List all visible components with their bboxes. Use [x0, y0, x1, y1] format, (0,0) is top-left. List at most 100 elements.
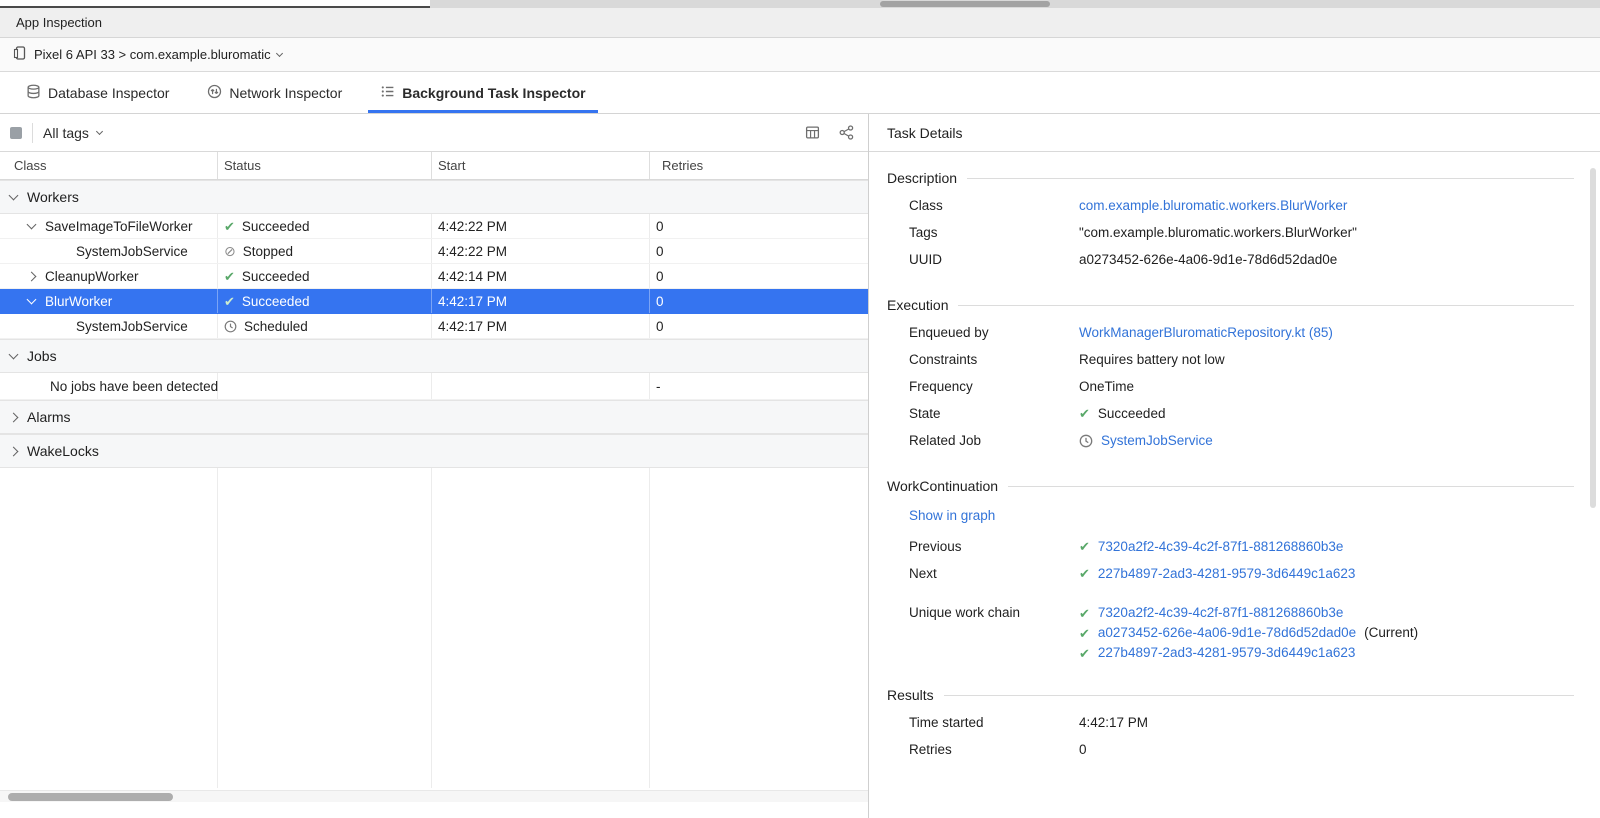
- detail-row-tags: Tags "com.example.bluromatic.workers.Blu…: [887, 219, 1574, 246]
- chevron-right-icon[interactable]: [27, 271, 37, 281]
- chain-item-current: ✔a0273452-626e-4a06-9d1e-78d6d52dad0e(Cu…: [1079, 623, 1418, 643]
- detail-row-previous: Previous ✔7320a2f2-4c39-4c2f-87f1-881268…: [887, 533, 1574, 560]
- app-inspection-bar: App Inspection: [0, 8, 1600, 38]
- chain-uuid-link[interactable]: a0273452-626e-4a06-9d1e-78d6d52dad0e: [1098, 623, 1356, 643]
- inspector-tabbar: Database Inspector Network Inspector Bac…: [0, 72, 1600, 114]
- stopped-icon: ⊘: [224, 244, 236, 258]
- device-icon: [12, 45, 28, 64]
- check-icon: ✔: [1079, 627, 1090, 640]
- class-link[interactable]: com.example.bluromatic.workers.BlurWorke…: [1079, 192, 1347, 219]
- section-description: Description: [887, 170, 1574, 186]
- task-details-header: Task Details: [869, 114, 1600, 152]
- tab-database-inspector[interactable]: Database Inspector: [14, 72, 181, 113]
- editor-scrollbar-thumb[interactable]: [880, 1, 1050, 7]
- check-icon: ✔: [224, 295, 235, 308]
- tab-label: Network Inspector: [229, 85, 342, 101]
- group-row-alarms[interactable]: Alarms: [0, 400, 868, 434]
- column-class[interactable]: Class: [0, 152, 218, 179]
- table-row[interactable]: SystemJobService Scheduled 4:42:17 PM 0: [0, 314, 868, 339]
- detail-row-time-started: Time started 4:42:17 PM: [887, 709, 1574, 736]
- clock-icon: [1079, 434, 1093, 448]
- horizontal-scrollbar: [0, 790, 868, 802]
- check-icon: ✔: [224, 270, 235, 283]
- detail-row-unique-work-chain: Unique work chain ✔7320a2f2-4c39-4c2f-87…: [887, 599, 1574, 663]
- column-status[interactable]: Status: [218, 152, 432, 179]
- detail-row-next: Next ✔227b4897-2ad3-4281-9579-3d6449c1a6…: [887, 560, 1574, 587]
- table-row-selected[interactable]: BlurWorker ✔Succeeded 4:42:17 PM 0: [0, 289, 868, 314]
- group-row-jobs[interactable]: Jobs: [0, 339, 868, 373]
- related-job-link[interactable]: SystemJobService: [1101, 427, 1213, 454]
- column-start[interactable]: Start: [432, 152, 650, 179]
- check-icon: ✔: [1079, 607, 1090, 620]
- detail-row-related-job: Related Job SystemJobService: [887, 427, 1574, 454]
- chevron-down-icon[interactable]: [27, 295, 37, 305]
- chevron-down-icon: [9, 191, 19, 201]
- chevron-down-icon: [9, 350, 19, 360]
- detail-row-state: State ✔Succeeded: [887, 400, 1574, 427]
- device-selector-bar: Pixel 6 API 33 > com.example.bluromatic: [0, 38, 1600, 72]
- task-table-pane: All tags Class Status Start Retries: [0, 114, 868, 818]
- device-process-selector[interactable]: Pixel 6 API 33 > com.example.bluromatic: [34, 47, 271, 62]
- previous-uuid-link[interactable]: 7320a2f2-4c39-4c2f-87f1-881268860b3e: [1098, 533, 1343, 560]
- network-icon: [207, 84, 222, 102]
- detail-row-constraints: Constraints Requires battery not low: [887, 346, 1574, 373]
- tab-network-inspector[interactable]: Network Inspector: [195, 72, 354, 113]
- database-icon: [26, 84, 41, 102]
- detail-row-class: Class com.example.bluromatic.workers.Blu…: [887, 192, 1574, 219]
- check-icon: ✔: [1079, 647, 1090, 660]
- check-icon: ✔: [1079, 567, 1090, 580]
- column-retries[interactable]: Retries: [650, 152, 868, 179]
- toolbar-divider: [32, 123, 33, 143]
- task-details-pane: Task Details Description Class com.examp…: [868, 114, 1600, 818]
- graph-view-icon[interactable]: [834, 121, 858, 145]
- tag-filter-dropdown[interactable]: All tags: [43, 125, 102, 141]
- panel-title: App Inspection: [16, 15, 102, 30]
- detail-row-uuid: UUID a0273452-626e-4a06-9d1e-78d6d52dad0…: [887, 246, 1574, 273]
- table-body: Workers SaveImageToFileWorker ✔Succeeded…: [0, 180, 868, 818]
- tab-background-task-inspector[interactable]: Background Task Inspector: [368, 72, 597, 113]
- tag-filter-label: All tags: [43, 125, 89, 141]
- group-row-wakelocks[interactable]: WakeLocks: [0, 434, 868, 468]
- check-icon: ✔: [1079, 540, 1090, 553]
- table-toolbar: All tags: [0, 114, 868, 152]
- horizontal-scrollbar-thumb[interactable]: [8, 793, 173, 801]
- task-list-icon: [380, 84, 395, 102]
- task-details-title: Task Details: [887, 125, 962, 141]
- group-row-workers[interactable]: Workers: [0, 180, 868, 214]
- chain-uuid-link[interactable]: 227b4897-2ad3-4281-9579-3d6449c1a623: [1098, 643, 1355, 663]
- chevron-right-icon: [9, 412, 19, 422]
- chevron-right-icon: [9, 446, 19, 456]
- table-row[interactable]: SystemJobService ⊘Stopped 4:42:22 PM 0: [0, 239, 868, 264]
- editor-scrollbar-strip: [0, 0, 1600, 8]
- editor-tab-remnant: [0, 0, 430, 8]
- stop-icon[interactable]: [10, 127, 22, 139]
- detail-row-enqueued-by: Enqueued by WorkManagerBluromaticReposit…: [887, 319, 1574, 346]
- chevron-down-icon: [276, 49, 283, 56]
- table-column-header: Class Status Start Retries: [0, 152, 868, 180]
- section-execution: Execution: [887, 297, 1574, 313]
- tab-label: Background Task Inspector: [402, 85, 585, 101]
- task-details-content: Description Class com.example.bluromatic…: [869, 152, 1600, 818]
- chain-uuid-link[interactable]: 7320a2f2-4c39-4c2f-87f1-881268860b3e: [1098, 603, 1343, 623]
- chevron-down-icon: [96, 127, 103, 134]
- next-uuid-link[interactable]: 227b4897-2ad3-4281-9579-3d6449c1a623: [1098, 560, 1355, 587]
- table-row[interactable]: SaveImageToFileWorker ✔Succeeded 4:42:22…: [0, 214, 868, 239]
- table-view-icon[interactable]: [800, 121, 824, 145]
- table-row[interactable]: CleanupWorker ✔Succeeded 4:42:14 PM 0: [0, 264, 868, 289]
- detail-row-frequency: Frequency OneTime: [887, 373, 1574, 400]
- tab-label: Database Inspector: [48, 85, 169, 101]
- section-work-continuation: WorkContinuation: [887, 478, 1574, 494]
- main-split: All tags Class Status Start Retries: [0, 114, 1600, 818]
- vertical-scrollbar-thumb[interactable]: [1590, 168, 1596, 508]
- section-results: Results: [887, 687, 1574, 703]
- chain-item: ✔ 7320a2f2-4c39-4c2f-87f1-881268860b3e: [1079, 603, 1418, 623]
- jobs-empty-row: No jobs have been detected -: [0, 373, 868, 400]
- show-in-graph-link[interactable]: Show in graph: [909, 508, 995, 523]
- check-icon: ✔: [1079, 407, 1090, 420]
- chain-item: ✔ 227b4897-2ad3-4281-9579-3d6449c1a623: [1079, 643, 1418, 663]
- chevron-down-icon[interactable]: [27, 220, 37, 230]
- detail-row-retries: Retries 0: [887, 736, 1574, 763]
- enqueued-by-link[interactable]: WorkManagerBluromaticRepository.kt (85): [1079, 319, 1333, 346]
- clock-icon: [224, 320, 237, 333]
- check-icon: ✔: [224, 220, 235, 233]
